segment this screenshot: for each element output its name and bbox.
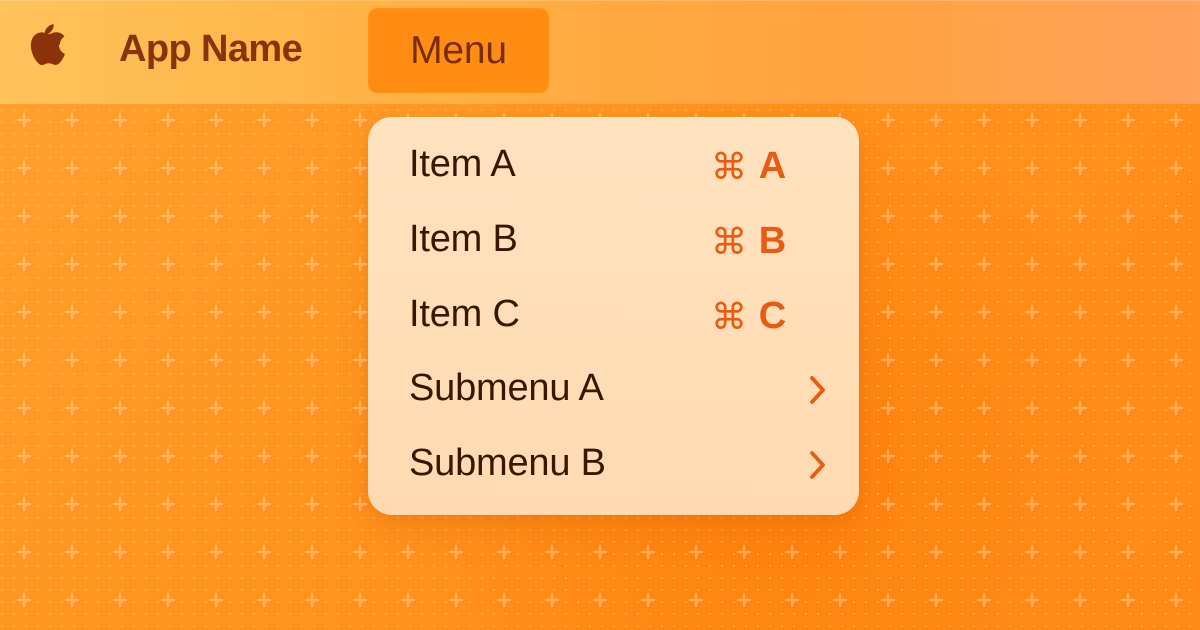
- keyboard-shortcut: ⌘ B: [711, 220, 786, 263]
- shortcut-key: C: [758, 295, 786, 337]
- menu-item-label: Item B: [409, 218, 518, 260]
- menu-item-label: Item C: [409, 293, 520, 335]
- menu-item-submenu-b[interactable]: Submenu B: [409, 442, 829, 494]
- menu-item-submenu-a[interactable]: Submenu A: [409, 367, 829, 419]
- chevron-right-icon: [810, 451, 825, 479]
- menu-item-label: Submenu B: [409, 442, 606, 484]
- keyboard-shortcut: ⌘ C: [711, 295, 786, 338]
- shortcut-key: B: [758, 220, 786, 262]
- dropdown-menu: Item A ⌘ A Item B ⌘ B Item C ⌘ C Submenu…: [368, 117, 859, 515]
- command-key-icon: ⌘: [710, 295, 747, 337]
- keyboard-shortcut: ⌘ A: [711, 145, 786, 188]
- menu-bar: App Name Menu: [0, 0, 1200, 104]
- app-name[interactable]: App Name: [119, 28, 303, 71]
- chevron-right-icon: [810, 376, 825, 404]
- shortcut-key: A: [758, 145, 786, 187]
- menu-item-item-c[interactable]: Item C ⌘ C: [409, 293, 829, 345]
- apple-logo-icon[interactable]: [20, 17, 68, 71]
- command-key-icon: ⌘: [710, 220, 747, 262]
- menu-button[interactable]: Menu: [368, 8, 549, 93]
- menu-item-label: Submenu A: [409, 367, 604, 409]
- menu-item-item-a[interactable]: Item A ⌘ A: [409, 143, 829, 195]
- menu-item-item-b[interactable]: Item B ⌘ B: [409, 218, 829, 270]
- menu-item-label: Item A: [409, 143, 516, 185]
- command-key-icon: ⌘: [710, 145, 747, 187]
